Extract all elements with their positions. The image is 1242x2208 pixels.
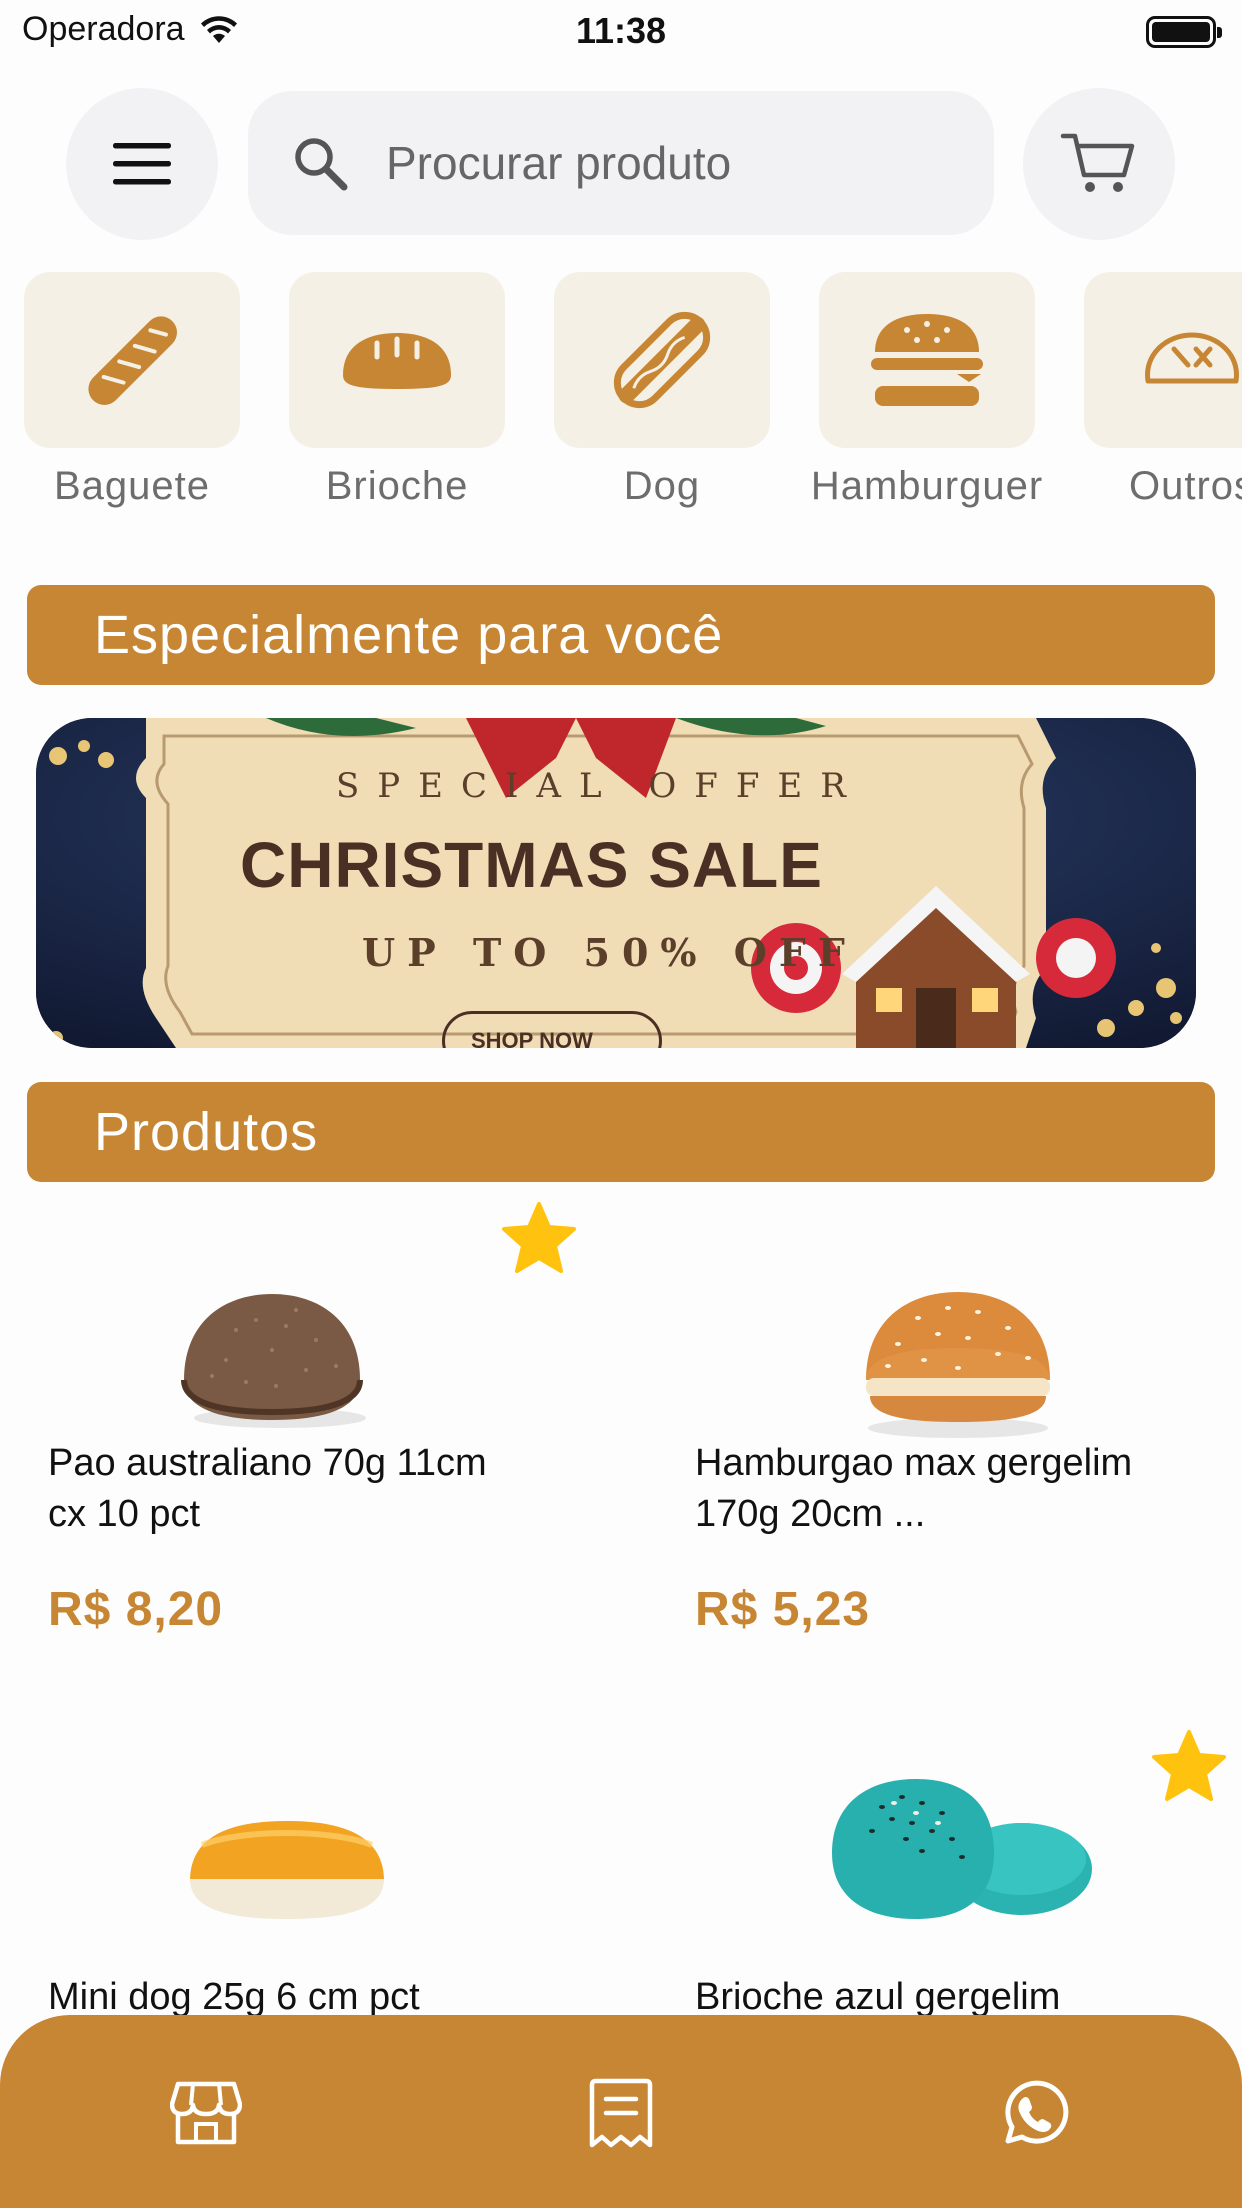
- product-name: Pao australiano 70g 11cm cx 10 pct: [48, 1442, 487, 1535]
- brioche-icon: [343, 333, 451, 389]
- search-icon: [295, 138, 348, 191]
- category-strip[interactable]: Baguete Brioche Dog Hamburguer Outro: [0, 272, 1242, 522]
- product-price: R$ 5,23: [695, 1583, 871, 1636]
- category-tile[interactable]: [289, 272, 505, 448]
- favorite-star-icon[interactable]: [1150, 1728, 1228, 1804]
- nav-store-button[interactable]: [168, 2075, 244, 2151]
- promo-shop-now-button[interactable]: SHOP NOW: [442, 1011, 662, 1048]
- status-time: 11:38: [575, 10, 667, 51]
- category-tile[interactable]: [819, 272, 1035, 448]
- products-section-header: Produtos: [27, 1082, 1215, 1182]
- category-hamburguer[interactable]: Hamburguer: [802, 272, 1052, 509]
- product-card[interactable]: Pao australiano 70g 11cm cx 10 pct R$ 8,…: [0, 1190, 576, 1650]
- orders-icon: [589, 2078, 653, 2148]
- product-card[interactable]: Mini dog 25g 6 cm pct: [0, 1715, 560, 2018]
- category-label: Baguete: [53, 464, 211, 508]
- favorite-star-icon[interactable]: [500, 1200, 578, 1276]
- category-dog[interactable]: Dog: [537, 272, 787, 509]
- bread-loaf-icon: [1145, 332, 1239, 384]
- featured-section-header: Especialmente para você: [27, 585, 1215, 685]
- hamburger-menu-icon: [113, 143, 171, 185]
- nav-whatsapp-button[interactable]: [996, 2075, 1072, 2151]
- promo-banner[interactable]: SPECIAL OFFER CHRISTMAS SALE UP TO 50% O…: [36, 718, 1196, 1048]
- category-label: Dog: [623, 464, 701, 508]
- promo-subtitle: UP TO 50% OFF: [362, 930, 857, 975]
- menu-button[interactable]: [66, 88, 218, 240]
- search-bar[interactable]: [248, 91, 994, 235]
- category-tile[interactable]: [1084, 272, 1242, 448]
- category-label: Hamburguer: [810, 464, 1044, 508]
- category-outros[interactable]: Outros: [1067, 272, 1242, 509]
- category-label: Brioche: [325, 464, 469, 508]
- hamburger-icon: [871, 314, 983, 406]
- search-input[interactable]: [386, 136, 946, 190]
- promo-special-offer: SPECIAL OFFER: [336, 766, 864, 806]
- whatsapp-icon: [1005, 2080, 1069, 2144]
- product-image[interactable]: [822, 1773, 1092, 1923]
- status-bar: Operadora 11:38: [0, 0, 1242, 62]
- product-image[interactable]: [176, 1290, 376, 1440]
- product-image[interactable]: [182, 1815, 392, 1925]
- nav-orders-button[interactable]: [583, 2075, 659, 2151]
- product-card[interactable]: Brioche azul gergelim: [648, 1715, 1226, 2018]
- cart-icon: [1060, 133, 1135, 192]
- product-price: R$ 8,20: [48, 1583, 224, 1636]
- battery-icon: [1146, 16, 1222, 48]
- category-label: Outros: [1128, 464, 1242, 508]
- baguette-icon: [88, 316, 177, 405]
- products-section-title: Produtos: [94, 1102, 319, 1162]
- bottom-navigation: [0, 2015, 1242, 2208]
- category-brioche[interactable]: Brioche: [272, 272, 522, 509]
- category-baguete[interactable]: Baguete: [7, 272, 257, 509]
- category-tile[interactable]: [24, 272, 240, 448]
- product-image[interactable]: [858, 1288, 1058, 1444]
- cart-button[interactable]: [1023, 88, 1175, 240]
- promo-title: CHRISTMAS SALE: [240, 829, 823, 901]
- product-card[interactable]: Hamburgao max gergelim 170g 20cm ... R$ …: [648, 1190, 1208, 1650]
- hotdog-icon: [613, 311, 711, 409]
- product-name: Hamburgao max gergelim 170g 20cm ...: [695, 1442, 1133, 1535]
- category-tile[interactable]: [554, 272, 770, 448]
- store-icon: [170, 2081, 242, 2145]
- featured-section-title: Especialmente para você: [94, 605, 724, 665]
